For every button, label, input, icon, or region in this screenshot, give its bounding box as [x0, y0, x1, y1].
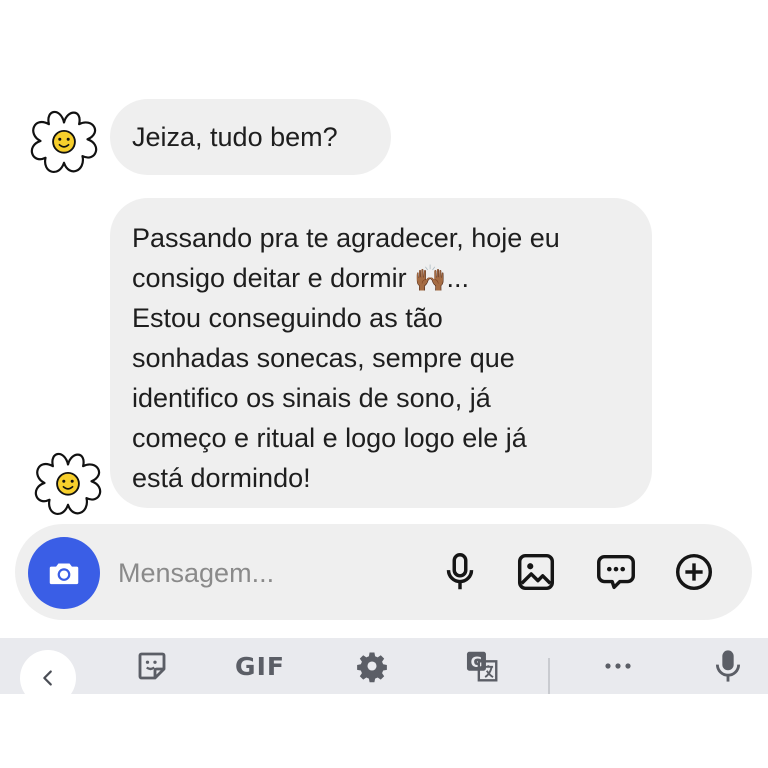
toolbar-divider: [548, 658, 550, 694]
camera-icon: [49, 563, 79, 585]
settings-gear-icon: [357, 652, 387, 683]
message-more-icon: [597, 554, 635, 590]
message-more-button[interactable]: [593, 549, 639, 595]
keyboard-sticker-button[interactable]: [130, 638, 174, 694]
keyboard-translate-button[interactable]: G: [460, 638, 504, 694]
message-line: está dormindo!: [132, 463, 311, 493]
message-bubble-thanks[interactable]: Passando pra te agradecer, hoje eu consi…: [110, 198, 652, 508]
gallery-button[interactable]: [513, 549, 559, 595]
sticker-icon: [138, 652, 166, 680]
message-line: começo e ritual e logo logo ele já: [132, 423, 527, 453]
microphone-button[interactable]: [437, 549, 483, 595]
keyboard-voice-button[interactable]: [708, 638, 748, 694]
gallery-image-icon: [517, 553, 555, 591]
chevron-left-icon: [43, 670, 52, 686]
keyboard-toolbar: GIF G: [0, 638, 768, 706]
message-text: Passando pra te agradecer, hoje eu consi…: [132, 218, 630, 498]
svg-text:G: G: [471, 655, 483, 671]
message-line: sonhadas sonecas, sempre que: [132, 343, 515, 373]
message-composer: [15, 524, 752, 620]
keyboard-back-button[interactable]: [20, 650, 76, 706]
message-line: Passando pra te agradecer, hoje eu: [132, 223, 560, 253]
sender-avatar-daisy[interactable]: [22, 104, 106, 188]
message-ellipsis: ...: [446, 263, 470, 293]
raising-hands-emoji: 🙌🏾: [414, 263, 447, 293]
more-dots-icon: [605, 663, 631, 669]
translate-icon: G: [466, 651, 498, 682]
daisy-flower-icon: [34, 452, 102, 515]
microphone-icon: [446, 553, 474, 590]
message-text: Jeiza, tudo bem?: [132, 122, 338, 152]
keyboard-settings-button[interactable]: [350, 638, 394, 694]
message-line: consigo deitar e dormir: [132, 263, 407, 293]
message-input[interactable]: [118, 550, 398, 596]
message-line: Estou conseguindo as tão: [132, 303, 443, 333]
keyboard-more-button[interactable]: [596, 638, 640, 694]
daisy-flower-icon: [30, 110, 98, 173]
add-circle-icon: [675, 553, 713, 591]
add-button[interactable]: [671, 549, 717, 595]
message-line: identifico os sinais de sono, já: [132, 383, 491, 413]
message-bubble-greeting[interactable]: Jeiza, tudo bem?: [110, 99, 391, 175]
sender-avatar-daisy[interactable]: [26, 446, 110, 530]
keyboard-gif-button[interactable]: GIF: [230, 638, 290, 694]
camera-button[interactable]: [28, 537, 100, 609]
voice-input-icon: [715, 650, 741, 682]
